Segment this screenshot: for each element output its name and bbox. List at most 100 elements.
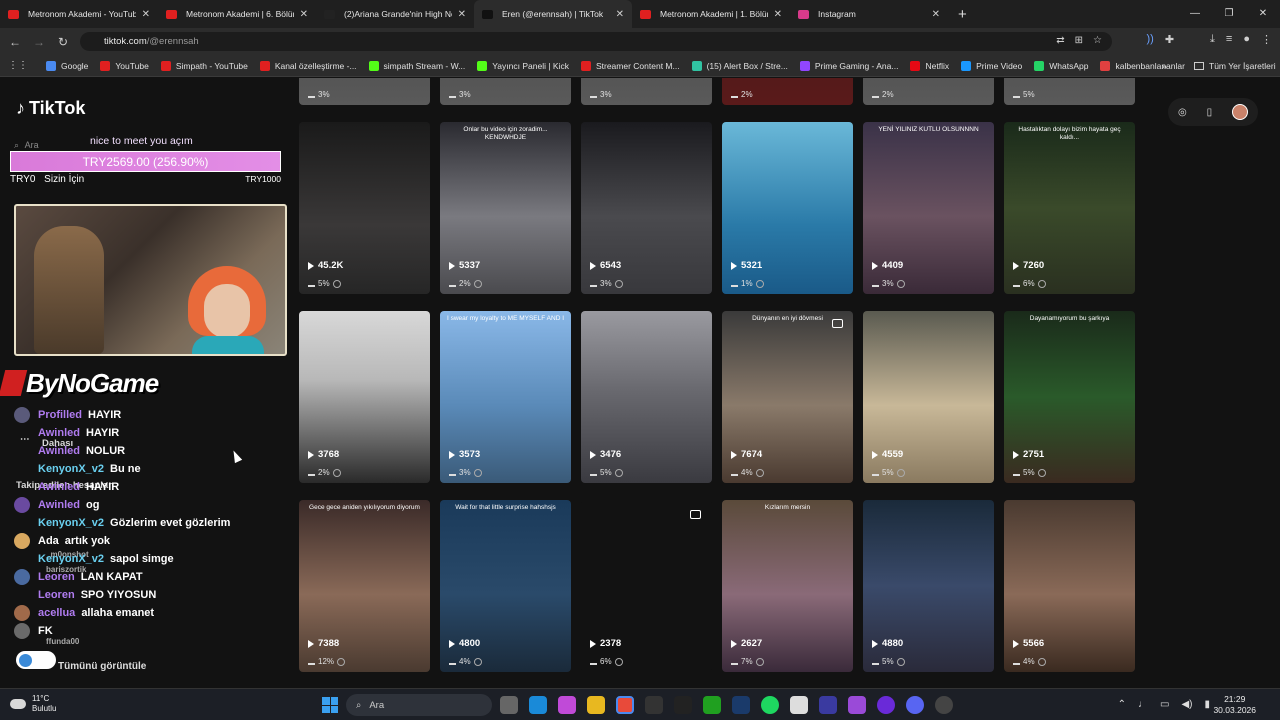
search-input[interactable]: ⌕ Ara — [14, 140, 39, 151]
video-thumbnail[interactable]: Dünyanın en iyi dövmesi 7674 4% — [722, 311, 853, 483]
network-icon[interactable]: ▭ — [1160, 699, 1169, 710]
spotify-icon[interactable] — [761, 696, 779, 714]
bookmark-item[interactable]: Prime Gaming - Ana... — [799, 60, 898, 71]
bookmark-item[interactable]: Yayıncı Paneli | Kick — [477, 60, 569, 71]
address-bar[interactable]: tiktok.com/@erennsah ⇄ ⊞ ☆ — [80, 32, 1112, 51]
video-thumbnail[interactable]: 3% — [581, 78, 712, 105]
task-view-icon[interactable] — [500, 696, 518, 714]
close-window-icon[interactable]: ✕ — [1246, 0, 1280, 28]
info-icon[interactable] — [896, 279, 905, 288]
info-icon[interactable] — [896, 657, 905, 666]
copilot-icon[interactable] — [558, 696, 576, 714]
menu-kebab-icon[interactable]: ⋮ — [1261, 33, 1272, 46]
download-icon[interactable]: ⤓ — [1210, 33, 1215, 46]
close-tab-icon[interactable]: ✕ — [774, 9, 782, 20]
user-avatar[interactable] — [1232, 104, 1249, 120]
browser-tab[interactable]: Metronom Akademi - YouTube ✕ — [0, 0, 158, 28]
video-thumbnail[interactable]: 3% — [299, 78, 430, 105]
github-icon[interactable] — [935, 696, 953, 714]
video-thumbnail[interactable]: 4559 5% — [863, 311, 994, 483]
video-thumbnail[interactable]: I swear my loyalty to ME MYSELF AND I 357… — [440, 311, 571, 483]
windows-start-icon[interactable] — [322, 697, 338, 713]
video-thumbnail[interactable]: Gece gece aniden yıkılıyorum diyorum 7388… — [299, 500, 430, 672]
app-icon[interactable] — [819, 696, 837, 714]
video-thumbnail[interactable]: 2% — [863, 78, 994, 105]
video-thumbnail[interactable]: 2% — [722, 78, 853, 105]
browser-tab[interactable]: Metronom Akademi | 1. Bölüm ✕ — [632, 0, 790, 28]
sidebar-item-for-you[interactable]: Sizin İçin — [44, 174, 84, 185]
close-tab-icon[interactable]: ✕ — [458, 9, 466, 20]
video-thumbnail[interactable]: 4880 5% — [863, 500, 994, 672]
forward-icon[interactable]: → — [27, 35, 51, 49]
bookmark-item[interactable]: (15) Alert Box / Stre... — [691, 60, 788, 71]
extensions-icon[interactable]: ✚ — [1165, 33, 1174, 46]
info-icon[interactable] — [332, 468, 341, 477]
browser-tab[interactable]: Metronom Akademi | 6. Bölüm ✕ — [158, 0, 316, 28]
new-tab-button[interactable]: + — [958, 6, 967, 23]
profile-avatar[interactable]: ● — [1243, 33, 1250, 46]
amazon-icon[interactable] — [674, 696, 692, 714]
video-thumbnail[interactable]: 5% — [1004, 78, 1135, 105]
info-icon[interactable] — [473, 468, 482, 477]
bookmark-item[interactable]: kalbenbanlananlar — [1100, 60, 1185, 71]
coin-icon[interactable]: ◎ — [1178, 107, 1187, 118]
info-icon[interactable] — [473, 279, 482, 288]
bookmark-item[interactable]: Kanal özelleştirme -... — [259, 60, 357, 71]
file-explorer-icon[interactable] — [587, 696, 605, 714]
video-thumbnail[interactable]: 5321 1% — [722, 122, 853, 294]
tiktok-logo[interactable]: ♪ TikTok — [16, 98, 85, 119]
xbox-icon[interactable] — [703, 696, 721, 714]
clock[interactable]: 21:29 30.03.2026 — [1213, 694, 1256, 717]
info-icon[interactable] — [614, 657, 623, 666]
close-tab-icon[interactable]: ✕ — [616, 9, 624, 20]
capcut-icon[interactable] — [790, 696, 808, 714]
info-icon[interactable] — [614, 468, 623, 477]
close-tab-icon[interactable]: ✕ — [300, 9, 308, 20]
discord-icon[interactable] — [906, 696, 924, 714]
info-icon[interactable] — [1037, 279, 1046, 288]
browser-tab[interactable]: (2)Ariana Grande'nin High Note ✕ — [316, 0, 474, 28]
apps-grid-icon[interactable]: ⋮⋮ — [8, 60, 28, 71]
battery-icon[interactable]: ▮ — [1204, 699, 1210, 710]
info-icon[interactable] — [337, 657, 346, 666]
video-thumbnail[interactable]: 45.2K 5% — [299, 122, 430, 294]
info-icon[interactable] — [755, 657, 764, 666]
video-thumbnail[interactable]: 5566 4% — [1004, 500, 1135, 672]
close-tab-icon[interactable]: ✕ — [142, 9, 150, 20]
video-thumbnail[interactable]: Dayanamıyorum bu şarkıya 2751 5% — [1004, 311, 1135, 483]
obs-icon[interactable] — [877, 696, 895, 714]
video-thumbnail[interactable]: YENİ YILINIZ KUTLU OLSUNNNN 4409 3% — [863, 122, 994, 294]
bookmark-item[interactable]: simpath Stream - W... — [368, 60, 465, 71]
video-thumbnail[interactable]: 6543 3% — [581, 122, 712, 294]
video-thumbnail[interactable]: 2378 6% — [581, 500, 712, 672]
info-icon[interactable] — [896, 468, 905, 477]
bookmark-star-icon[interactable]: ☆ — [1093, 35, 1102, 46]
info-icon[interactable] — [614, 279, 623, 288]
bookmarks-overflow-icon[interactable]: » — [1162, 61, 1167, 71]
video-thumbnail[interactable]: Hastalıktan dolayı bizim hayata geç kald… — [1004, 122, 1135, 294]
video-thumbnail[interactable]: Onlar bu video için zoradim... KENDWHDJE… — [440, 122, 571, 294]
all-bookmarks[interactable]: Tüm Yer İşaretleri — [1194, 61, 1276, 71]
taskbar-search[interactable]: ⌕ Ara — [346, 694, 492, 716]
bookmark-item[interactable]: Simpath - YouTube — [160, 60, 248, 71]
volume-icon[interactable]: ◀) — [1181, 699, 1192, 710]
close-tab-icon[interactable]: ✕ — [932, 9, 940, 20]
view-all-link[interactable]: Tümünü görüntüle — [58, 661, 146, 672]
bookmark-item[interactable]: Netflix — [910, 60, 949, 71]
video-thumbnail[interactable]: Wait for that little surprise hahshsjs 48… — [440, 500, 571, 672]
translate-icon[interactable]: ⇄ — [1056, 35, 1064, 46]
bookmark-item[interactable]: Streamer Content M... — [580, 60, 680, 71]
info-icon[interactable] — [755, 279, 764, 288]
phone-icon[interactable]: ▯ — [1207, 107, 1213, 118]
epic-games-icon[interactable] — [645, 696, 663, 714]
microphone-icon[interactable]: ♩ — [1138, 699, 1148, 710]
info-icon[interactable] — [473, 657, 482, 666]
steam-icon[interactable] — [732, 696, 750, 714]
info-icon[interactable] — [755, 468, 764, 477]
minimize-icon[interactable]: — — [1178, 0, 1212, 28]
bookmark-item[interactable]: Google — [46, 60, 88, 71]
bookmark-item[interactable]: Prime Video — [961, 60, 1022, 71]
info-icon[interactable] — [1037, 657, 1046, 666]
video-thumbnail[interactable]: 3% — [440, 78, 571, 105]
info-icon[interactable] — [1037, 468, 1046, 477]
